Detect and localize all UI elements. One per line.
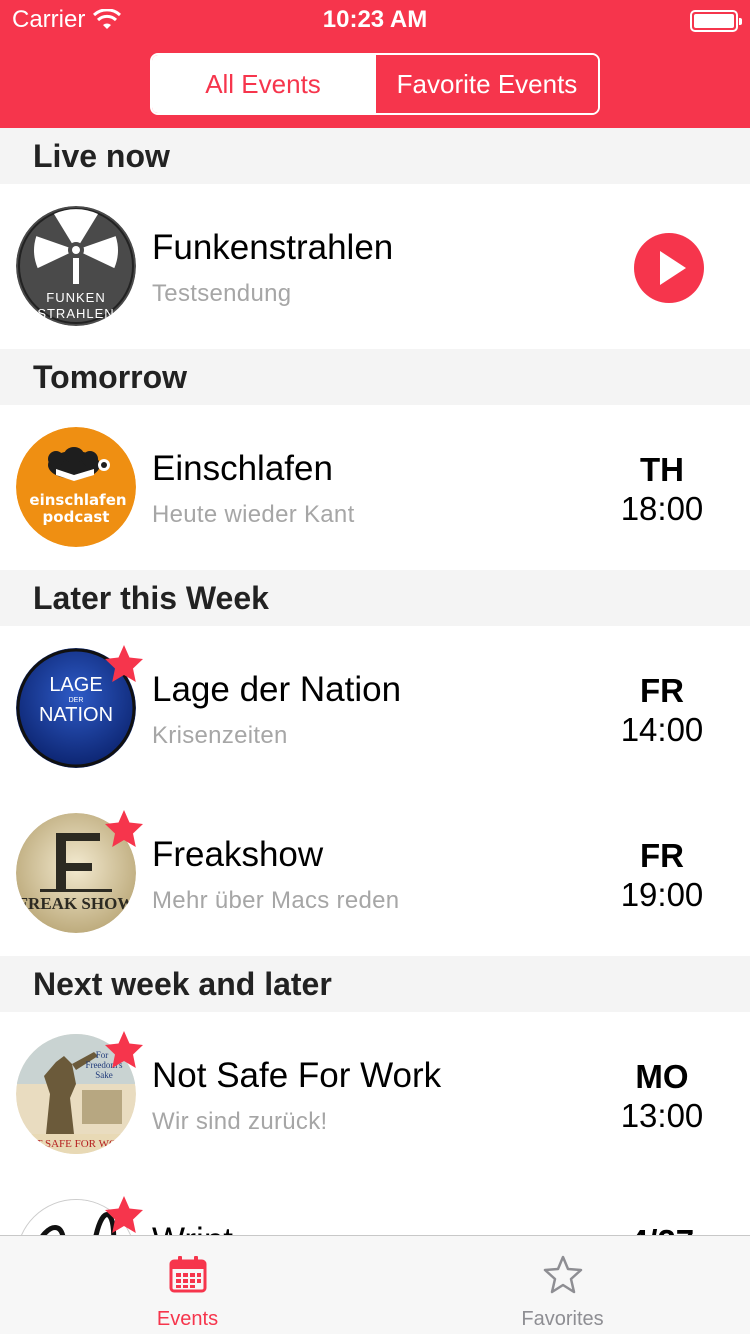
svg-text:podcast: podcast	[43, 508, 110, 526]
navigation-header: Carrier 10:23 AM All Events Favorite Eve…	[0, 0, 750, 128]
tab-favorites[interactable]: Favorites	[375, 1236, 750, 1334]
segment-all-events[interactable]: All Events	[152, 55, 374, 113]
favorite-star-icon	[105, 1031, 143, 1068]
podcast-avatar-funkenstrahlen: FUNKEN STRAHLEN	[16, 206, 136, 326]
tab-events[interactable]: Events	[0, 1236, 375, 1334]
section-header-later-this-week: Later this Week	[0, 570, 750, 626]
event-title: Lage der Nation	[152, 670, 402, 709]
favorite-star-icon	[105, 645, 143, 682]
svg-text:Sake: Sake	[95, 1070, 113, 1080]
tab-events-label: Events	[156, 1308, 219, 1330]
tab-bar: Events Favorites	[0, 1235, 750, 1334]
event-title: Funkenstrahlen	[152, 228, 394, 267]
status-time: 10:23 AM	[322, 6, 428, 33]
tab-favorites-label: Favorites	[521, 1308, 604, 1330]
event-subtitle: Krisenzeiten	[152, 722, 288, 749]
podcast-avatar-einschlafen: einschlafen podcast	[16, 427, 136, 547]
event-subtitle: Mehr über Macs reden	[152, 887, 400, 914]
favorite-star-icon	[105, 810, 143, 847]
event-day: TH	[640, 451, 684, 488]
section-header-next-week: Next week and later	[0, 956, 750, 1012]
event-title: Not Safe For Work	[152, 1056, 442, 1095]
svg-text:STRAHLEN: STRAHLEN	[37, 306, 114, 321]
event-time: 14:00	[620, 711, 704, 748]
events-list[interactable]: Live now FUNKEN STRAHLEN Funkenstrahlen …	[0, 128, 750, 1235]
event-time: 19:00	[620, 876, 704, 913]
event-schedule: MO 13:00	[612, 1058, 712, 1136]
section-header-tomorrow: Tomorrow	[0, 349, 750, 405]
event-subtitle: Testsendung	[152, 280, 292, 307]
event-day: FR	[640, 672, 684, 709]
svg-text:NOT SAFE FOR WORK: NOT SAFE FOR WORK	[20, 1138, 132, 1150]
section-header-live: Live now	[0, 128, 750, 184]
svg-text:NATION: NATION	[39, 704, 113, 726]
event-row-funkenstrahlen[interactable]: FUNKEN STRAHLEN Funkenstrahlen Testsendu…	[0, 184, 750, 349]
favorite-star-icon	[105, 1196, 143, 1233]
event-row-einschlafen[interactable]: einschlafen podcast Einschlafen Heute wi…	[0, 405, 750, 570]
event-title: Einschlafen	[152, 449, 333, 488]
event-day: 4/27	[612, 1223, 712, 1235]
svg-text:DER: DER	[69, 697, 84, 704]
events-filter-control: All Events Favorite Events	[150, 53, 600, 115]
status-bar: Carrier 10:23 AM	[0, 0, 750, 40]
event-row-freakshow[interactable]: FREAK SHOW Freakshow Mehr über Macs rede…	[0, 791, 750, 956]
calendar-icon	[169, 1256, 206, 1293]
play-icon[interactable]	[633, 232, 705, 304]
event-schedule: TH 18:00	[612, 451, 712, 529]
event-day: FR	[640, 837, 684, 874]
svg-text:FUNKEN: FUNKEN	[46, 290, 105, 305]
event-subtitle: Heute wieder Kant	[152, 501, 355, 528]
event-time: 13:00	[620, 1097, 704, 1134]
svg-text:LAGE: LAGE	[49, 674, 102, 696]
event-title: Freakshow	[152, 835, 324, 874]
event-row-not-safe-for-work[interactable]: For Freedom's Sake NOT SAFE FOR WORK Not…	[0, 1012, 750, 1177]
event-subtitle: Wir sind zurück!	[152, 1108, 328, 1135]
svg-text:einschlafen: einschlafen	[29, 491, 126, 509]
segment-favorite-events[interactable]: Favorite Events	[374, 55, 598, 113]
battery-icon	[690, 10, 742, 32]
event-row-lage-der-nation[interactable]: LAGE DER NATION Lage der Nation Krisenze…	[0, 626, 750, 791]
event-schedule: FR 14:00	[612, 672, 712, 750]
event-schedule: 4/27	[612, 1223, 712, 1235]
event-row-wrint[interactable]: Wrint 4/27	[0, 1177, 750, 1235]
svg-text:FREAK SHOW: FREAK SHOW	[18, 894, 135, 913]
event-time: 18:00	[620, 490, 704, 527]
star-outline-icon	[543, 1255, 582, 1294]
event-title: Wrint	[152, 1221, 233, 1235]
event-day: MO	[635, 1058, 689, 1095]
event-schedule: FR 19:00	[612, 837, 712, 915]
